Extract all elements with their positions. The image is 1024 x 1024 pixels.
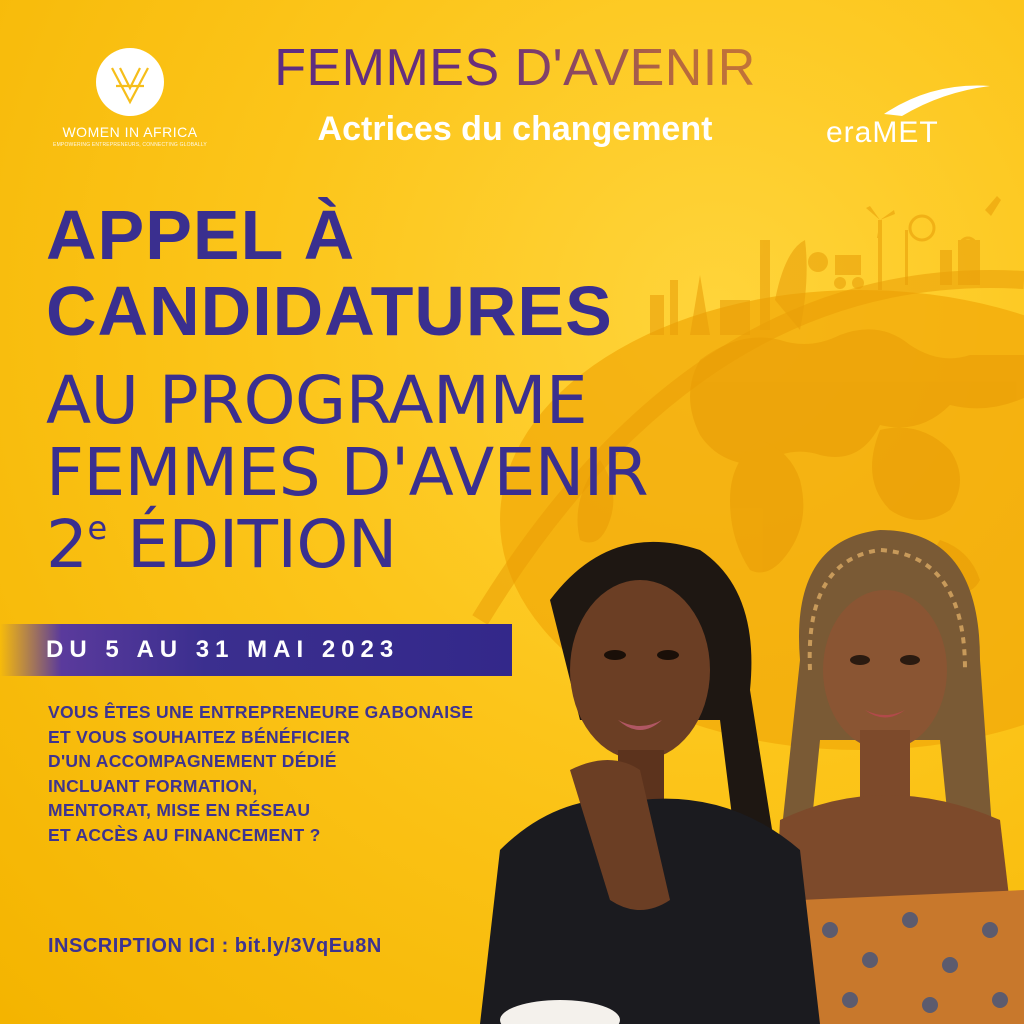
edition-label: ÉDITION (106, 506, 397, 583)
inscription-link[interactable]: INSCRIPTION ICI : bit.ly/3VqEu8N (48, 935, 382, 958)
headline-candidatures: CANDIDATURES (46, 272, 613, 350)
headline-appel: APPEL À (46, 196, 356, 274)
portrait-left-woman (480, 541, 820, 1024)
portraits-illustration (480, 530, 1024, 1024)
women-in-africa-name: WOMEN IN AFRICA (62, 124, 198, 140)
women-in-africa-logo-icon (96, 48, 164, 116)
women-in-africa-logo: WOMEN IN AFRICA EMPOWERING ENTREPRENEURS… (50, 46, 210, 156)
headline-femmes-davenir: FEMMES D'AVENIR (46, 434, 649, 511)
program-subtitle: Actrices du changement (317, 110, 713, 148)
headline-programme: AU PROGRAMME (46, 362, 588, 439)
date-range: DU 5 AU 31 MAI 2023 (46, 636, 400, 663)
program-title: FEMMES D'AVENIR (230, 42, 800, 94)
headline-edition: 2e ÉDITION (46, 512, 397, 578)
edition-superscript: e (87, 509, 108, 547)
eramet-name: eraMET (826, 116, 939, 149)
edition-number: 2 (46, 506, 88, 583)
women-in-africa-tagline: EMPOWERING ENTREPRENEURS, CONNECTING GLO… (53, 142, 207, 148)
date-banner: DU 5 AU 31 MAI 2023 (0, 624, 512, 676)
eramet-logo: eraMET (822, 82, 992, 152)
